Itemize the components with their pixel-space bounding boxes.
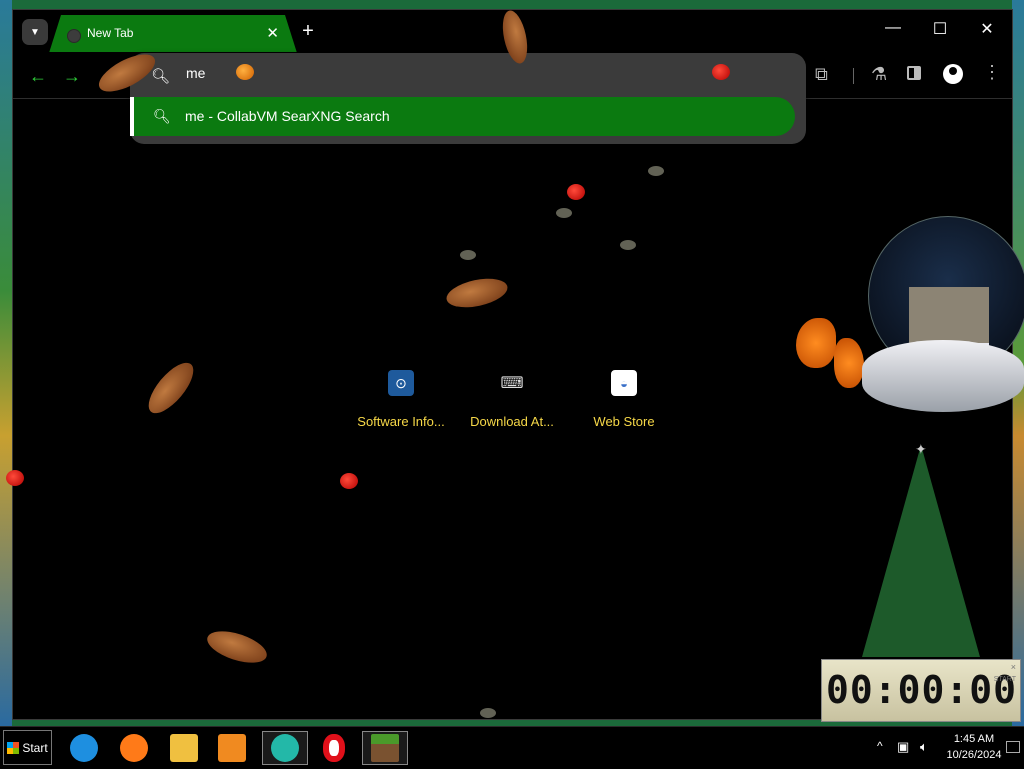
- taskbar-app-opera[interactable]: [314, 731, 354, 765]
- desktop: ▼ New Tab ✕ + — ☐ ✕ ← → ⧉ ⚗ ⋮ 🔍︎ 🔍: [0, 0, 1024, 726]
- taskbar-app-firefox[interactable]: [114, 731, 154, 765]
- search-icon: ⊙: [388, 370, 414, 396]
- fly-sprite: [648, 166, 664, 176]
- ladybug-sprite: [567, 184, 585, 200]
- back-button[interactable]: ←: [29, 66, 47, 87]
- timer-start-button[interactable]: START: [994, 676, 1016, 683]
- fly-sprite: [556, 208, 572, 218]
- shortcut-download-at[interactable]: ⌨ Download At...: [459, 370, 565, 429]
- snow-globe-widget: [862, 210, 1024, 414]
- taskbar-app-media-player[interactable]: [212, 731, 252, 765]
- timer-widget[interactable]: × 00:00:00 START: [821, 659, 1021, 722]
- ladybug-sprite: [236, 64, 254, 80]
- shortcut-software-info[interactable]: ⊙ Software Info...: [348, 370, 454, 429]
- volume-muted-icon[interactable]: 🔈︎: [920, 739, 928, 755]
- show-desktop-button[interactable]: [1006, 741, 1020, 753]
- clock-date: 10/26/2024: [946, 749, 1002, 761]
- internet-explorer-icon: [70, 734, 98, 762]
- new-tab-button[interactable]: +: [298, 20, 318, 43]
- windows-logo-icon: [7, 741, 20, 754]
- ladybug-sprite: [340, 473, 358, 489]
- close-window-button[interactable]: ✕: [965, 19, 1009, 39]
- network-icon[interactable]: ▣: [897, 739, 909, 755]
- profile-icon[interactable]: [943, 64, 963, 84]
- firefox-icon: [120, 734, 148, 762]
- keyboard-icon: ⌨: [500, 375, 524, 392]
- shortcut-label: Software Info...: [357, 414, 445, 429]
- omnibox-suggestion[interactable]: 🔍︎ me - CollabVM SearXNG Search: [130, 97, 795, 136]
- labs-icon[interactable]: ⚗: [871, 64, 887, 85]
- tab-title: New Tab: [87, 26, 134, 40]
- maximize-button[interactable]: ☐: [918, 19, 962, 39]
- media-player-icon: [218, 734, 246, 762]
- fly-sprite: [620, 240, 636, 250]
- system-clock[interactable]: 1:45 AM 10/26/2024: [940, 731, 1008, 763]
- timer-display: 00:00:00: [826, 668, 1018, 712]
- tab-favicon-icon: [67, 29, 81, 43]
- fly-sprite: [460, 250, 476, 260]
- taskbar-app-minecraft[interactable]: [362, 731, 408, 765]
- shortcut-label: Download At...: [470, 414, 554, 429]
- shortcut-web-store[interactable]: ◒ Web Store: [571, 370, 677, 429]
- ladybug-sprite: [712, 64, 730, 80]
- opera-icon: [323, 734, 345, 762]
- taskbar: Start ^ ▣ 🔈︎ 1:45 AM 10/26/2024: [0, 726, 1024, 769]
- suggestion-text: me - CollabVM SearXNG Search: [185, 108, 390, 124]
- butterfly-sprite: [796, 318, 866, 390]
- tab-close-icon[interactable]: ✕: [266, 24, 279, 42]
- search-icon: 🔍︎: [151, 68, 171, 85]
- taskbar-app-collabvm[interactable]: [262, 731, 308, 765]
- shortcut-label: Web Store: [593, 414, 655, 429]
- christmas-tree-widget: ✦: [862, 441, 980, 657]
- tab-new-tab[interactable]: New Tab ✕: [49, 15, 297, 53]
- chevron-down-icon: ▼: [30, 26, 40, 38]
- forward-button[interactable]: →: [63, 66, 81, 87]
- toolbar-divider: [853, 68, 854, 84]
- collabvm-icon: [271, 734, 299, 762]
- minimize-button[interactable]: —: [871, 19, 915, 37]
- tab-search-button[interactable]: ▼: [22, 19, 48, 45]
- clock-time: 1:45 AM: [953, 733, 995, 745]
- show-hidden-icons-button[interactable]: ^: [877, 739, 883, 753]
- address-bar-input[interactable]: [184, 64, 688, 82]
- ladybug-sprite: [6, 470, 24, 486]
- store-icon: ◒: [611, 370, 637, 396]
- minecraft-icon: [371, 734, 399, 762]
- side-panel-icon[interactable]: [907, 66, 921, 80]
- extensions-icon[interactable]: ⧉: [815, 64, 828, 85]
- start-label: Start: [22, 740, 48, 755]
- search-icon: 🔍︎: [153, 108, 171, 124]
- desktop-wallpaper-left: [0, 0, 12, 726]
- fly-sprite: [480, 708, 496, 718]
- taskbar-app-internet-explorer[interactable]: [64, 731, 104, 765]
- start-button[interactable]: Start: [3, 730, 52, 765]
- menu-icon[interactable]: ⋮: [983, 62, 1001, 83]
- taskbar-app-file-explorer[interactable]: [164, 731, 204, 765]
- file-explorer-icon: [170, 734, 198, 762]
- omnibox-dropdown: 🔍︎ 🔍︎ me - CollabVM SearXNG Search: [130, 53, 806, 144]
